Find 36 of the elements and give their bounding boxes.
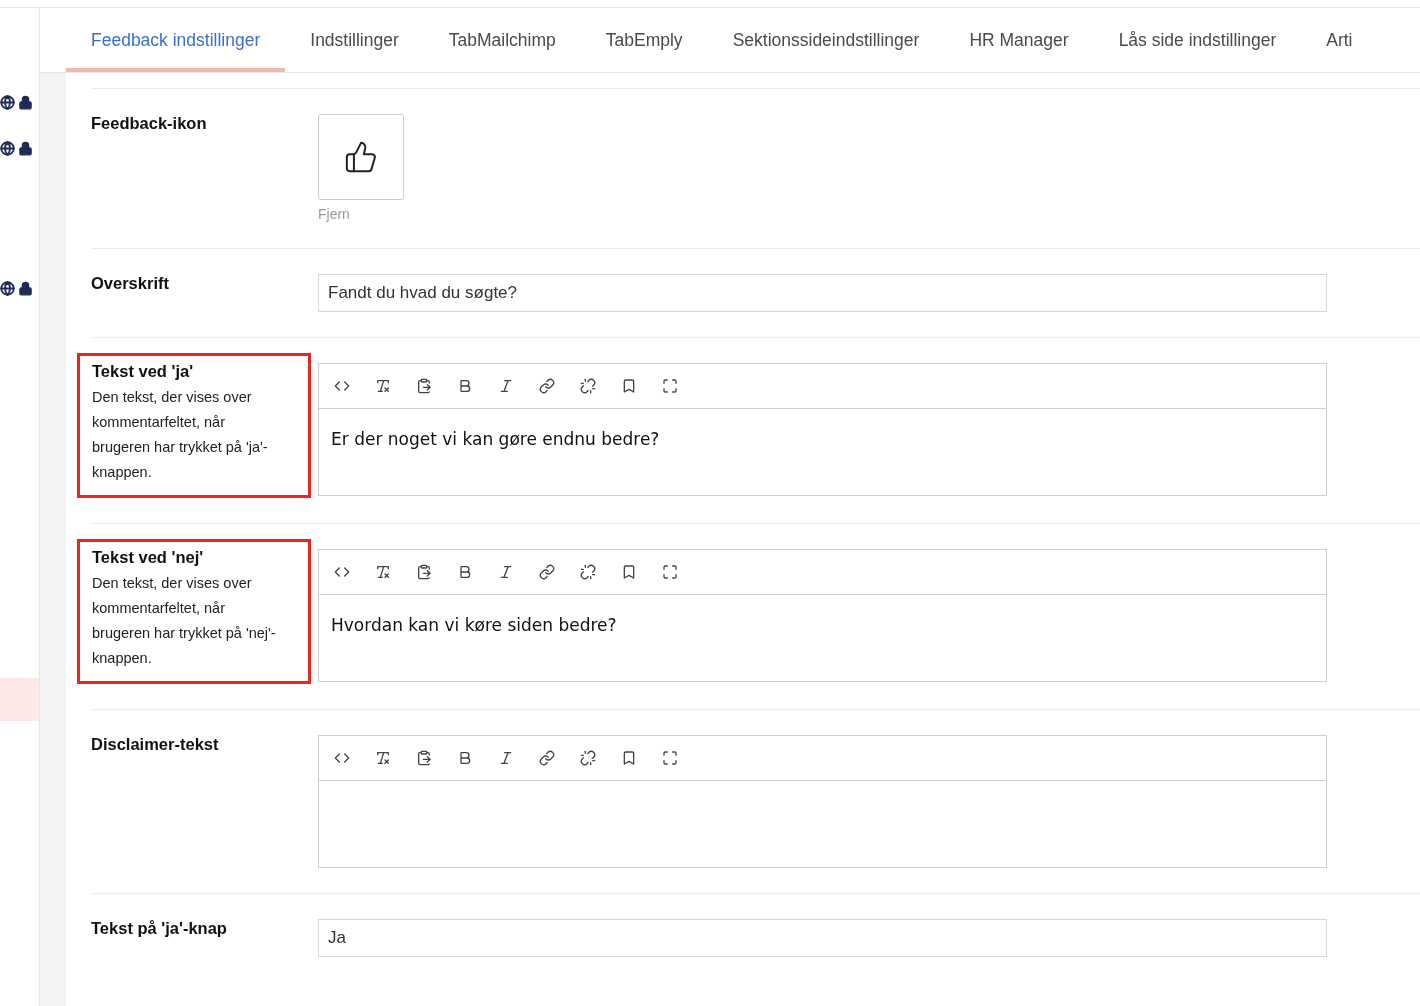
- link-button[interactable]: [537, 748, 556, 768]
- lock-icon: [18, 280, 33, 296]
- property-label: Tekst ved 'ja': [92, 362, 195, 381]
- property-label: Feedback-ikon: [91, 114, 208, 133]
- property-label: Tekst ved 'nej': [92, 548, 205, 567]
- tab[interactable]: Indstillinger: [285, 8, 424, 72]
- unlink-button[interactable]: [578, 376, 597, 396]
- tab[interactable]: Sektionssideindstillinger: [707, 8, 945, 72]
- property-label: Overskrift: [91, 274, 170, 293]
- text-field[interactable]: Ja: [318, 919, 1327, 957]
- tab[interactable]: Arti: [1301, 8, 1378, 72]
- text-field[interactable]: Fandt du hvad du søgte?: [318, 274, 1327, 312]
- globe-icon: [0, 280, 15, 296]
- highlight-marker: [0, 678, 39, 721]
- lock-icon: [18, 140, 33, 156]
- tab[interactable]: Feedback indstillinger: [66, 8, 286, 72]
- fullscreen-button[interactable]: [660, 376, 679, 396]
- tab[interactable]: HR Manager: [944, 8, 1094, 72]
- property-description: Den tekst, der vises over kommentarfeltet, når brugeren har trykket på 'ja'-knappen.: [92, 388, 269, 482]
- tab[interactable]: TabMailchimp: [423, 8, 581, 72]
- property-description: Den tekst, der vises over kommentarfeltet, når brugeren har trykket på 'nej'-knappen.: [92, 574, 277, 668]
- fullscreen-button[interactable]: [660, 748, 679, 768]
- unlink-button[interactable]: [578, 748, 597, 768]
- tab[interactable]: Lås side indstillinger: [1093, 8, 1302, 72]
- property-label: Disclaimer-tekst: [91, 735, 220, 754]
- property-label: Tekst på 'ja'-knap: [91, 919, 228, 938]
- unlink-button[interactable]: [578, 562, 597, 582]
- thumbs-up-icon: [344, 140, 378, 174]
- link-button[interactable]: [537, 376, 556, 396]
- globe-icon: [0, 140, 15, 156]
- lock-icon: [18, 94, 33, 110]
- tab[interactable]: TabEmply: [580, 8, 708, 72]
- link-button[interactable]: [537, 562, 556, 582]
- image-picker[interactable]: [318, 114, 404, 200]
- fullscreen-button[interactable]: [660, 562, 679, 582]
- globe-icon: [0, 94, 15, 110]
